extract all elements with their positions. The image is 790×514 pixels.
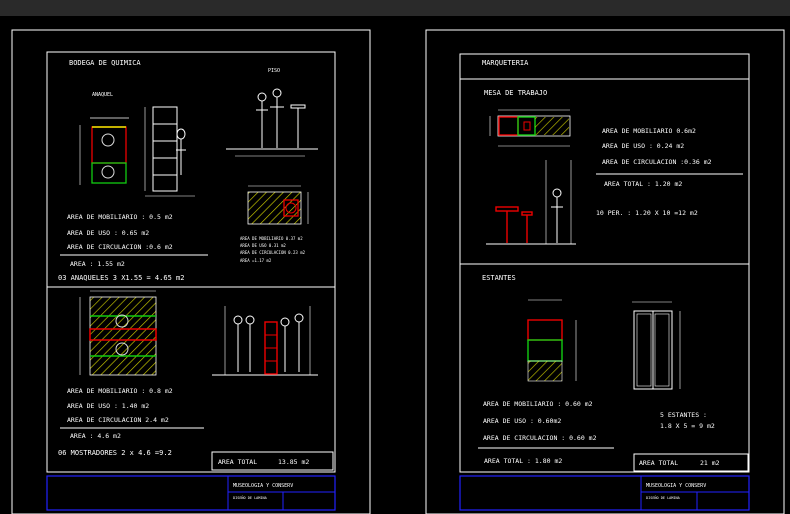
mini-area-uso: AREA DE USO 0.31 m2 [240,243,286,248]
right-sheet-header: MARQUETERIA [482,59,529,67]
right-title-block-sub: DISEÑO DE LAMINA [646,495,681,500]
left-title-block [46,475,336,511]
mostrador-summary: 06 MOSTRADORES 2 x 4.6 =9.2 [58,449,172,457]
mesa-plan-drawing [489,109,571,147]
bodega-area-circulacion: AREA DE CIRCULACION :0.6 m2 [67,243,173,251]
right-title-block [459,475,750,511]
mini-area-total: AREA =1.17 m2 [240,258,272,263]
left-area-total-label: AREA TOTAL [218,458,257,466]
people-elevation-drawing [226,88,318,157]
bodega-area-uso: AREA DE USO : 0.65 m2 [67,229,149,237]
estante-area-mobiliario: AREA DE MOBILIARIO : 0.60 m2 [483,400,593,408]
section-title-mesa: MESA DE TRABAJO [484,89,547,97]
mesa-per-summary: 10 PER. : 1.20 X 10 =12 m2 [596,209,698,217]
left-area-total-value: 13.85 m2 [278,458,309,466]
estante-area-circulacion: AREA DE CIRCULACION : 0.60 m2 [483,434,597,442]
left-sheet-border [11,29,371,514]
bodega-area: AREA : 1.55 m2 [70,260,125,268]
right-area-total-label: AREA TOTAL [639,459,678,467]
mesa-area-uso: AREA DE USO : 0.24 m2 [602,142,684,150]
left-title-block-sub: DISEÑO DE LAMINA [233,495,268,500]
mesa-area-total: AREA TOTAL : 1.20 m2 [604,180,682,188]
mesa-area-mobiliario: AREA DE MOBILIARIO 0.6m2 [602,127,696,135]
mini-area-mobiliario: AREA DE MOBILIARIO 0.37 m2 [240,236,303,241]
right-sheet-border [425,29,785,514]
bodega-summary: 03 ANAQUELES 3 X1.55 = 4.65 m2 [58,274,184,282]
bodega-area-mobiliario: AREA DE MOBILIARIO : 0.5 m2 [67,213,173,221]
mesa-area-circulacion: AREA DE CIRCULACION :0.36 m2 [602,158,712,166]
mostrador-area: AREA : 4.6 m2 [70,432,121,440]
label-top-view: PISO [268,68,280,74]
window-top-bar [0,0,790,16]
mostrador-area-uso: AREA DE USO : 1.40 m2 [67,402,149,410]
section-title-bodega: BODEGA DE QUIMICA [69,59,141,67]
cad-drawing-canvas[interactable]: BODEGA DE QUIMICA ANAQUEL PISO AREA DE M… [0,16,790,514]
left-sheet: BODEGA DE QUIMICA ANAQUEL PISO AREA DE M… [11,29,371,514]
mini-area-circulacion: AREA DE CIRCULACION 0.23 m2 [240,250,306,255]
mostradores-elevation-drawing [212,306,318,376]
estante-area-uso: AREA DE USO : 0.60m2 [483,417,561,425]
anaquel-plan-drawing [79,117,129,185]
estantes-count: 5 ESTANTES : [660,411,707,419]
estante-area-total: AREA TOTAL : 1.80 m2 [484,457,562,465]
mostradores-plan-drawing [79,290,157,376]
right-title-block-name: MUSEOLOGIA Y CONSERV [646,483,706,489]
estantes-plan-drawing [527,299,577,382]
label-anaquel: ANAQUEL [92,92,113,98]
mostrador-area-circulacion: AREA DE CIRCULACION 2.4 m2 [67,416,169,424]
mostrador-area-mobiliario: AREA DE MOBILIARIO : 0.8 m2 [67,387,173,395]
section-title-estantes: ESTANTES [482,274,516,282]
counter-plan-drawing [247,185,309,225]
estante-elevation-drawing [632,301,681,390]
right-area-total-value: 21 m2 [700,459,720,467]
shelf-elevation-drawing [144,106,195,197]
estantes-summary: 1.8 X 5 = 9 m2 [660,422,715,430]
right-sheet: MARQUETERIA MESA DE TRABAJO AREA DE MOBI… [425,29,785,514]
left-title-block-name: MUSEOLOGIA Y CONSERV [233,483,293,489]
mesa-elevation-drawing [486,160,576,245]
